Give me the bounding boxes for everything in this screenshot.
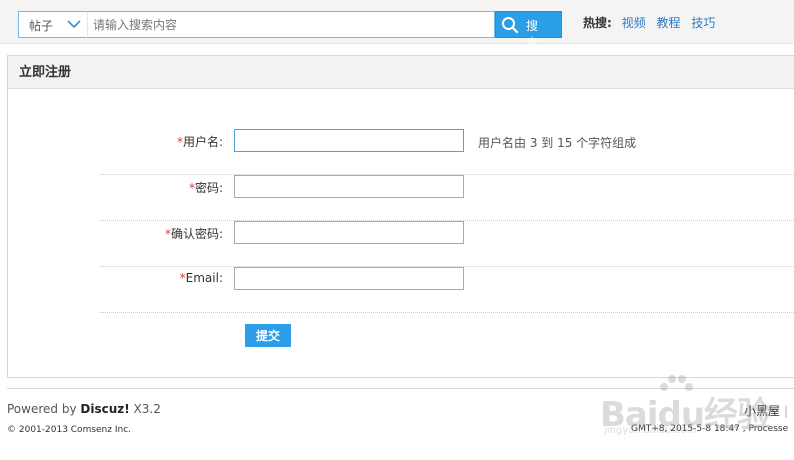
email-field[interactable] [234,267,464,290]
search-type-select[interactable]: 帖子 [18,11,87,38]
username-label: *用户名: [176,135,223,149]
footer-divider [7,388,794,389]
powered-by: Powered by Discuz! X3.2 [7,402,161,416]
submit-button[interactable]: 提交 [245,324,291,347]
server-time: GMT+8, 2015-5-8 18:47 , Processe [631,424,789,434]
search-icon [502,17,519,34]
hot-link-video[interactable]: 视频 [622,16,646,30]
search-input[interactable] [87,11,495,38]
password-label: *密码: [188,181,223,195]
confirm-password-label: *确认密码: [164,227,223,241]
site-name: 小黑屋 | [744,404,789,418]
form-row-email: *Email: [100,267,794,313]
username-field[interactable] [234,129,464,152]
search-type-label: 帖子 [29,19,54,33]
top-search-bar: 帖子 搜 索 热搜: 视频 教程 技巧 [0,0,794,50]
form-row-password: *密码: [100,175,794,221]
hot-link-tutorial[interactable]: 教程 [656,16,680,30]
copyright: © 2001-2013 Comsenz Inc. [7,425,132,435]
search-button-label: 搜 索 [526,19,542,50]
search-button[interactable]: 搜 索 [495,11,562,50]
panel-title: 立即注册 [8,56,794,89]
chevron-down-icon [67,20,81,29]
email-label: *Email: [179,271,223,285]
form-row-confirm-password: *确认密码: [100,221,794,267]
form-row-username: *用户名: 用户名由 3 到 15 个字符组成 [100,129,794,175]
hot-search: 热搜: 视频 教程 技巧 [583,14,722,31]
discuz-link[interactable]: Discuz! [80,402,129,416]
hot-search-title: 热搜: [583,16,612,30]
password-field[interactable] [234,175,464,198]
hot-link-tips[interactable]: 技巧 [691,16,715,30]
site-name-link[interactable]: 小黑屋 [744,404,780,418]
confirm-password-field[interactable] [234,221,464,244]
username-hint: 用户名由 3 到 15 个字符组成 [478,136,637,150]
